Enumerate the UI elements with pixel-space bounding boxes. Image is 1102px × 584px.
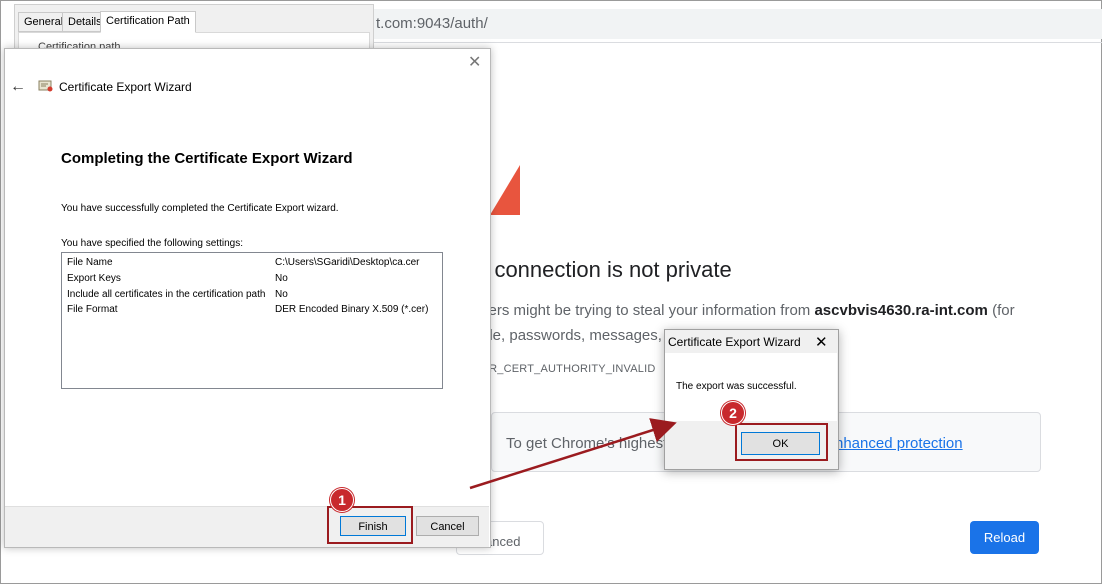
callout-arrow [469,418,677,490]
step-badge-1: 1 [330,488,354,512]
step-badge-2: 2 [721,401,745,425]
